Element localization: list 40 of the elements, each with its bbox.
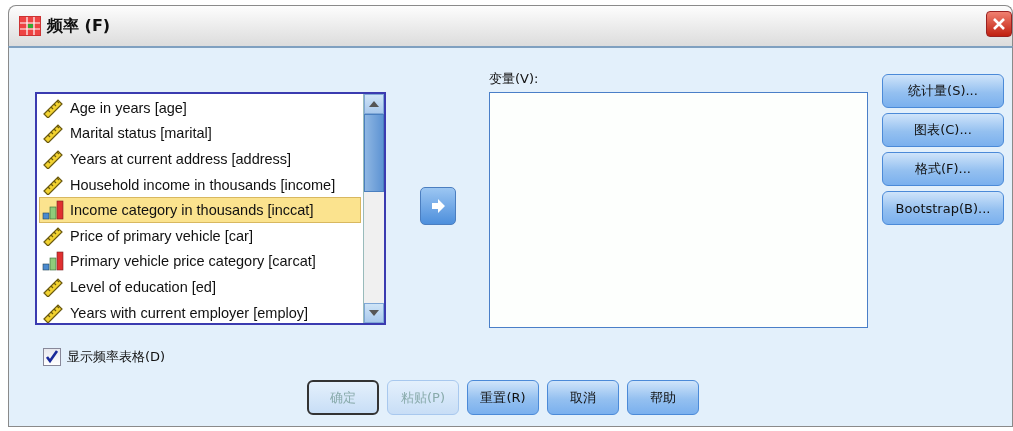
variable-name: Primary vehicle price category [carcat] — [70, 253, 316, 270]
variable-name: Level of education [ed] — [70, 278, 216, 295]
dialog-button[interactable]: Bootstrap(B)... — [882, 191, 1004, 225]
dialog-button[interactable]: 统计量(S)... — [882, 74, 1004, 108]
dialog-button[interactable]: 格式(F)... — [882, 152, 1004, 186]
list-item[interactable]: Marital status [marital] — [39, 120, 361, 147]
scroll-up-button[interactable] — [364, 94, 384, 114]
move-button[interactable] — [419, 187, 456, 225]
variable-name: Price of primary vehicle [car] — [70, 227, 253, 244]
field-label: 变量(V): — [489, 70, 540, 88]
list-item[interactable]: Age in years [age] — [39, 95, 361, 121]
list-item[interactable]: Primary vehicle price category [carcat] — [39, 248, 361, 275]
variable-name: Income category in thousands [inccat] — [70, 202, 314, 219]
scroll-down-button[interactable] — [364, 303, 384, 323]
variable-name: Years with current employer [employ] — [70, 304, 308, 321]
up-arrow-icon — [369, 101, 379, 107]
variable-name: Household income in thousands [income] — [70, 176, 336, 193]
dialog-button[interactable]: 图表(C)... — [882, 113, 1004, 147]
arrow-right-icon — [429, 198, 446, 214]
scrollbar[interactable] — [363, 94, 384, 323]
variable-name: Years at current address [address] — [70, 151, 292, 167]
list-item[interactable]: Household income in thousands [income] — [39, 171, 361, 198]
list-item[interactable]: Price of primary vehicle [car] — [39, 222, 361, 249]
list-item[interactable]: Years with current employer [employ] — [39, 299, 361, 323]
scroll-thumb[interactable] — [364, 114, 384, 192]
variable-name: Age in years [age] — [70, 99, 187, 116]
dialog-button[interactable]: 重置(R) — [467, 380, 539, 415]
variable-name: Marital status [marital] — [70, 125, 212, 142]
list-item[interactable]: Level of education [ed] — [39, 274, 361, 300]
list-item[interactable]: Years at current address [address] — [39, 146, 361, 172]
window-title: 频率 (F) — [47, 15, 111, 37]
checkbox[interactable] — [43, 348, 61, 366]
list-item[interactable]: Income category in thousands [inccat] — [39, 197, 361, 223]
checkbox-label: 显示频率表格(D) — [67, 348, 166, 366]
table-icon — [19, 16, 41, 36]
down-arrow-icon — [369, 310, 379, 316]
dialog-button[interactable]: 取消 — [547, 380, 619, 415]
close-button[interactable] — [986, 11, 1012, 37]
close-icon — [992, 17, 1006, 31]
dialog-button[interactable]: 帮助 — [627, 380, 699, 415]
